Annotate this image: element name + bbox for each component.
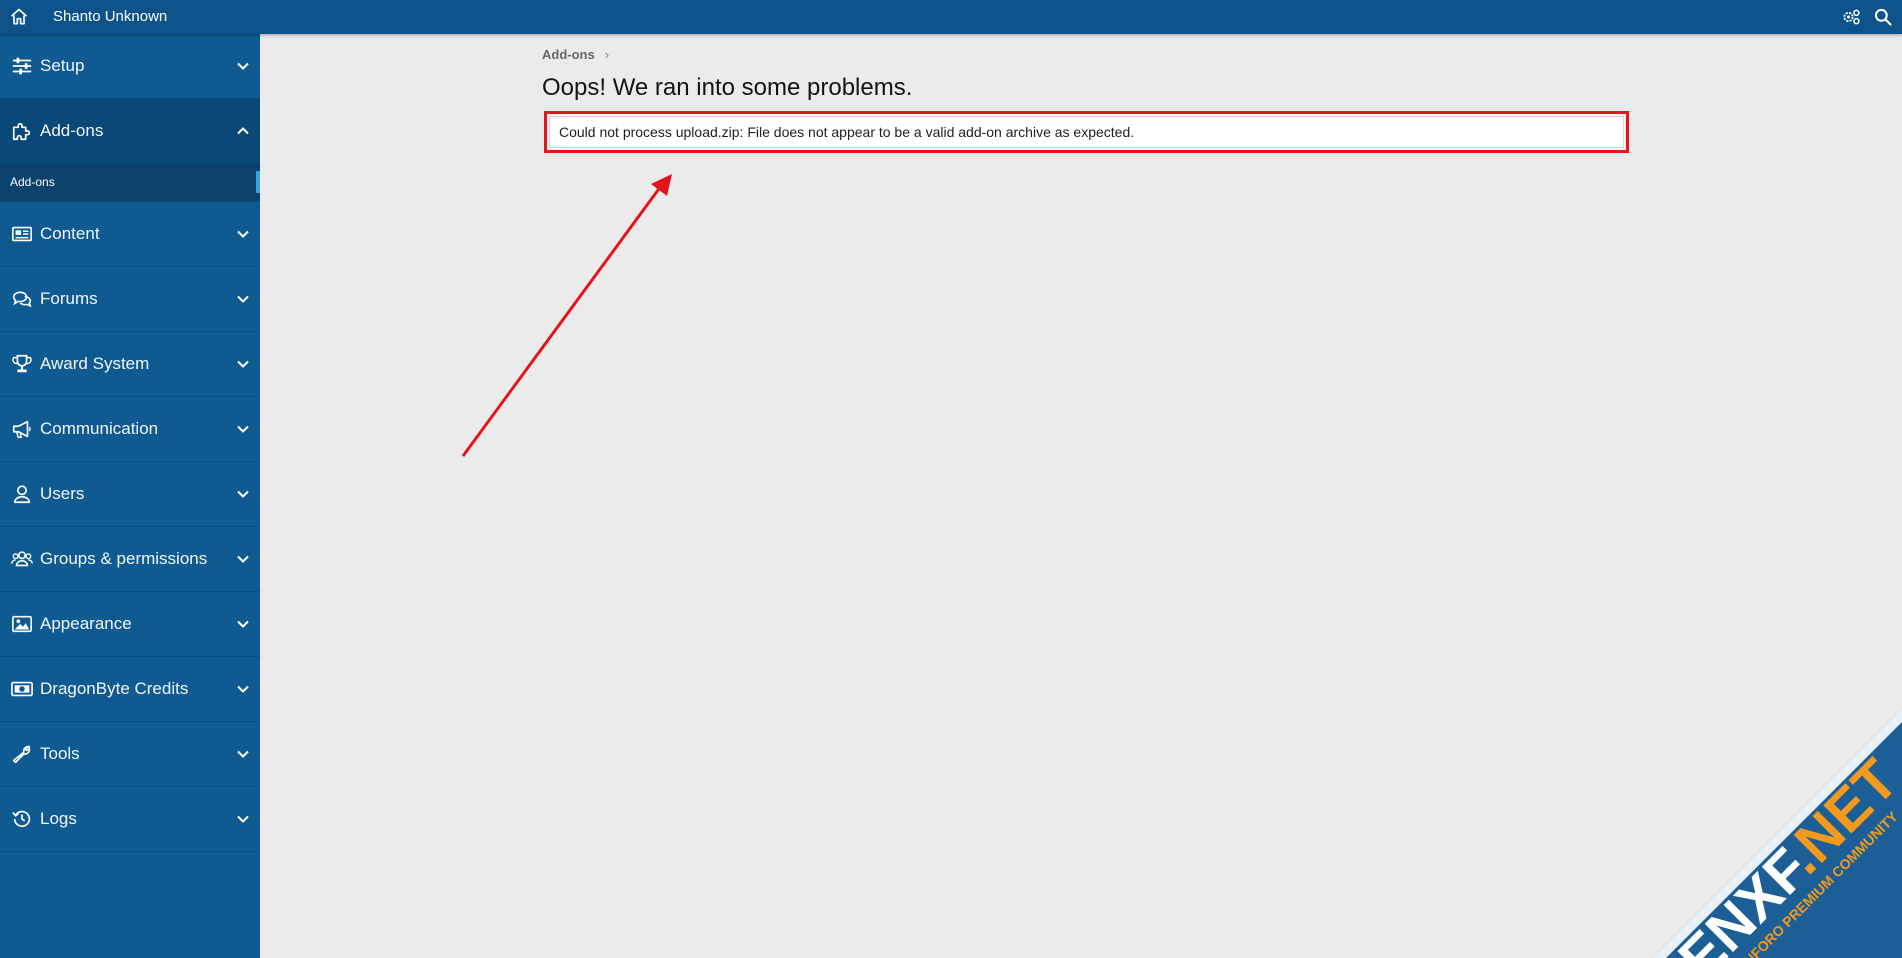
megaphone-icon	[12, 420, 31, 438]
error-highlight-box: Could not process upload.zip: File does …	[544, 111, 1629, 153]
sidebar-item-content[interactable]: Content	[0, 202, 260, 267]
users-icon	[11, 551, 33, 567]
sidebar-item-label: Forums	[40, 289, 98, 308]
enxf-watermark: ENXF.NET XENFORO PREMIUM COMMUNITY	[1652, 708, 1902, 958]
sidebar-item-label: Award System	[40, 354, 150, 373]
home-icon[interactable]	[9, 7, 29, 27]
wrench-icon	[12, 745, 31, 764]
sliders-icon	[12, 57, 32, 75]
sidebar-item-label: Tools	[40, 744, 80, 763]
sidebar-item-label: Users	[40, 484, 85, 503]
trophy-icon	[12, 354, 32, 373]
sidebar-item-label: Groups & permissions	[40, 549, 208, 568]
chevron-down-icon	[237, 815, 249, 823]
sidebar-item-users[interactable]: Users	[0, 462, 260, 527]
sidebar-item-setup[interactable]: Setup	[0, 34, 260, 99]
history-icon	[12, 810, 31, 828]
breadcrumb-separator: ›	[604, 47, 610, 62]
user-icon	[13, 485, 31, 504]
sidebar-item-label: Add-ons	[40, 121, 104, 140]
sidebar-item-addons[interactable]: Add-ons	[0, 99, 260, 163]
puzzle-icon	[12, 122, 31, 141]
sidebar-item-label: DragonByte Credits	[40, 679, 189, 698]
chevron-down-icon	[237, 685, 249, 693]
chevron-down-icon	[237, 295, 249, 303]
chevron-down-icon	[237, 750, 249, 758]
sidebar-item-tools[interactable]: Tools	[0, 722, 260, 787]
sidebar-subitem-label: Add-ons	[10, 175, 55, 189]
sidebar-item-appearance[interactable]: Appearance	[0, 592, 260, 657]
sidebar: Setup Add-ons Add-ons Content Forums Awa…	[0, 34, 260, 958]
money-icon	[11, 681, 33, 697]
chevron-down-icon	[237, 62, 249, 70]
gears-icon[interactable]	[1840, 7, 1862, 27]
chevron-down-icon	[237, 425, 249, 433]
username-link[interactable]: Shanto Unknown	[53, 8, 167, 25]
sidebar-item-communication[interactable]: Communication	[0, 397, 260, 462]
error-message: Could not process upload.zip: File does …	[549, 116, 1624, 148]
sidebar-item-groups-permissions[interactable]: Groups & permissions	[0, 527, 260, 592]
chevron-down-icon	[237, 620, 249, 628]
breadcrumb-link-addons[interactable]: Add-ons	[542, 47, 595, 62]
sidebar-item-label: Communication	[40, 419, 159, 438]
newspaper-icon	[12, 226, 32, 242]
sidebar-item-forums[interactable]: Forums	[0, 267, 260, 332]
search-icon[interactable]	[1873, 7, 1893, 27]
chevron-down-icon	[237, 490, 249, 498]
chevron-down-icon	[237, 555, 249, 563]
comments-icon	[12, 291, 32, 308]
image-icon	[12, 615, 32, 633]
sidebar-item-label: Logs	[40, 809, 77, 828]
sidebar-item-dragonbyte-credits[interactable]: DragonByte Credits	[0, 657, 260, 722]
sidebar-item-logs[interactable]: Logs	[0, 787, 260, 852]
sidebar-item-label: Appearance	[40, 614, 132, 633]
sidebar-item-label: Setup	[40, 56, 85, 75]
chevron-up-icon	[237, 127, 249, 135]
chevron-down-icon	[237, 230, 249, 238]
sidebar-item-award-system[interactable]: Award System	[0, 332, 260, 397]
top-bar: Shanto Unknown	[0, 0, 1902, 34]
sidebar-subitem-addons[interactable]: Add-ons	[0, 163, 260, 202]
sidebar-item-label: Content	[40, 224, 100, 243]
page-title: Oops! We ran into some problems.	[542, 74, 913, 101]
breadcrumb: Add-ons ›	[542, 47, 609, 62]
chevron-down-icon	[237, 360, 249, 368]
